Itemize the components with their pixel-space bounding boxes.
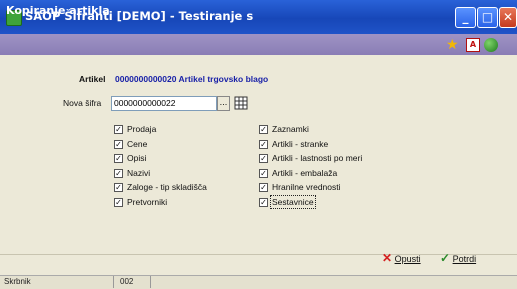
check-icon: ✓ (440, 251, 451, 265)
table-icon[interactable] (234, 96, 248, 110)
cancel-icon: ✕ (382, 251, 393, 265)
option-checkbox[interactable]: ✓ (114, 139, 123, 149)
star-icon[interactable]: ★ (446, 38, 460, 52)
cancel-label: Opusti (394, 254, 421, 264)
option-label[interactable]: Cene (127, 139, 147, 149)
status-user: Skrbnik (4, 277, 31, 286)
confirm-label: Potrdi (452, 254, 477, 264)
new-code-input[interactable]: 0000000000022 (111, 96, 217, 111)
pdf-icon[interactable]: A (466, 38, 480, 52)
option-checkbox[interactable]: ✓ (114, 168, 123, 178)
option-label[interactable]: Zaloge - tip skladišča (127, 182, 207, 192)
maximize-button[interactable]: □ (477, 7, 498, 28)
article-value: 0000000000020 Artikel trgovsko blago (115, 74, 269, 84)
option-label[interactable]: Prodaja (127, 124, 156, 134)
status-code: 002 (120, 277, 134, 286)
option-label[interactable]: Artikli - lastnosti po meri (272, 153, 362, 163)
option-checkbox[interactable]: ✓ (114, 197, 123, 207)
option-checkbox[interactable]: ✓ (114, 125, 123, 134)
globe-icon[interactable] (484, 38, 498, 52)
option-label[interactable]: Hranilne vrednosti (272, 182, 341, 192)
dialog-header (0, 34, 517, 55)
option-checkbox[interactable]: ✓ (259, 183, 268, 192)
close-button[interactable]: ✕ (499, 7, 517, 28)
option-label[interactable]: Opisi (127, 153, 146, 163)
option-checkbox[interactable]: ✓ (259, 125, 268, 134)
status-divider (113, 276, 114, 288)
dialog-title: Kopiranje artikla (6, 4, 110, 17)
option-checkbox[interactable]: ✓ (259, 197, 268, 207)
browse-button[interactable]: ... (217, 96, 230, 111)
status-bar (0, 275, 517, 289)
option-label[interactable]: Pretvorniki (127, 197, 167, 207)
option-label[interactable]: Zaznamki (272, 124, 309, 134)
option-label[interactable]: Sestavnice (270, 194, 316, 209)
option-label[interactable]: Nazivi (127, 168, 150, 178)
confirm-button[interactable]: ✓ Potrdi (440, 251, 476, 265)
option-label[interactable]: Artikli - embalaža (272, 168, 337, 178)
article-label: Artikel (79, 74, 106, 84)
status-divider (150, 276, 151, 288)
option-checkbox[interactable]: ✓ (114, 154, 123, 163)
minimize-button[interactable]: _ (455, 7, 476, 28)
option-checkbox[interactable]: ✓ (259, 168, 268, 178)
option-checkbox[interactable]: ✓ (114, 183, 123, 192)
option-checkbox[interactable]: ✓ (259, 139, 268, 149)
cancel-button[interactable]: ✕ Opusti (382, 251, 421, 265)
new-code-label: Nova šifra (63, 98, 102, 108)
option-label[interactable]: Artikli - stranke (272, 139, 328, 149)
option-checkbox[interactable]: ✓ (259, 154, 268, 163)
